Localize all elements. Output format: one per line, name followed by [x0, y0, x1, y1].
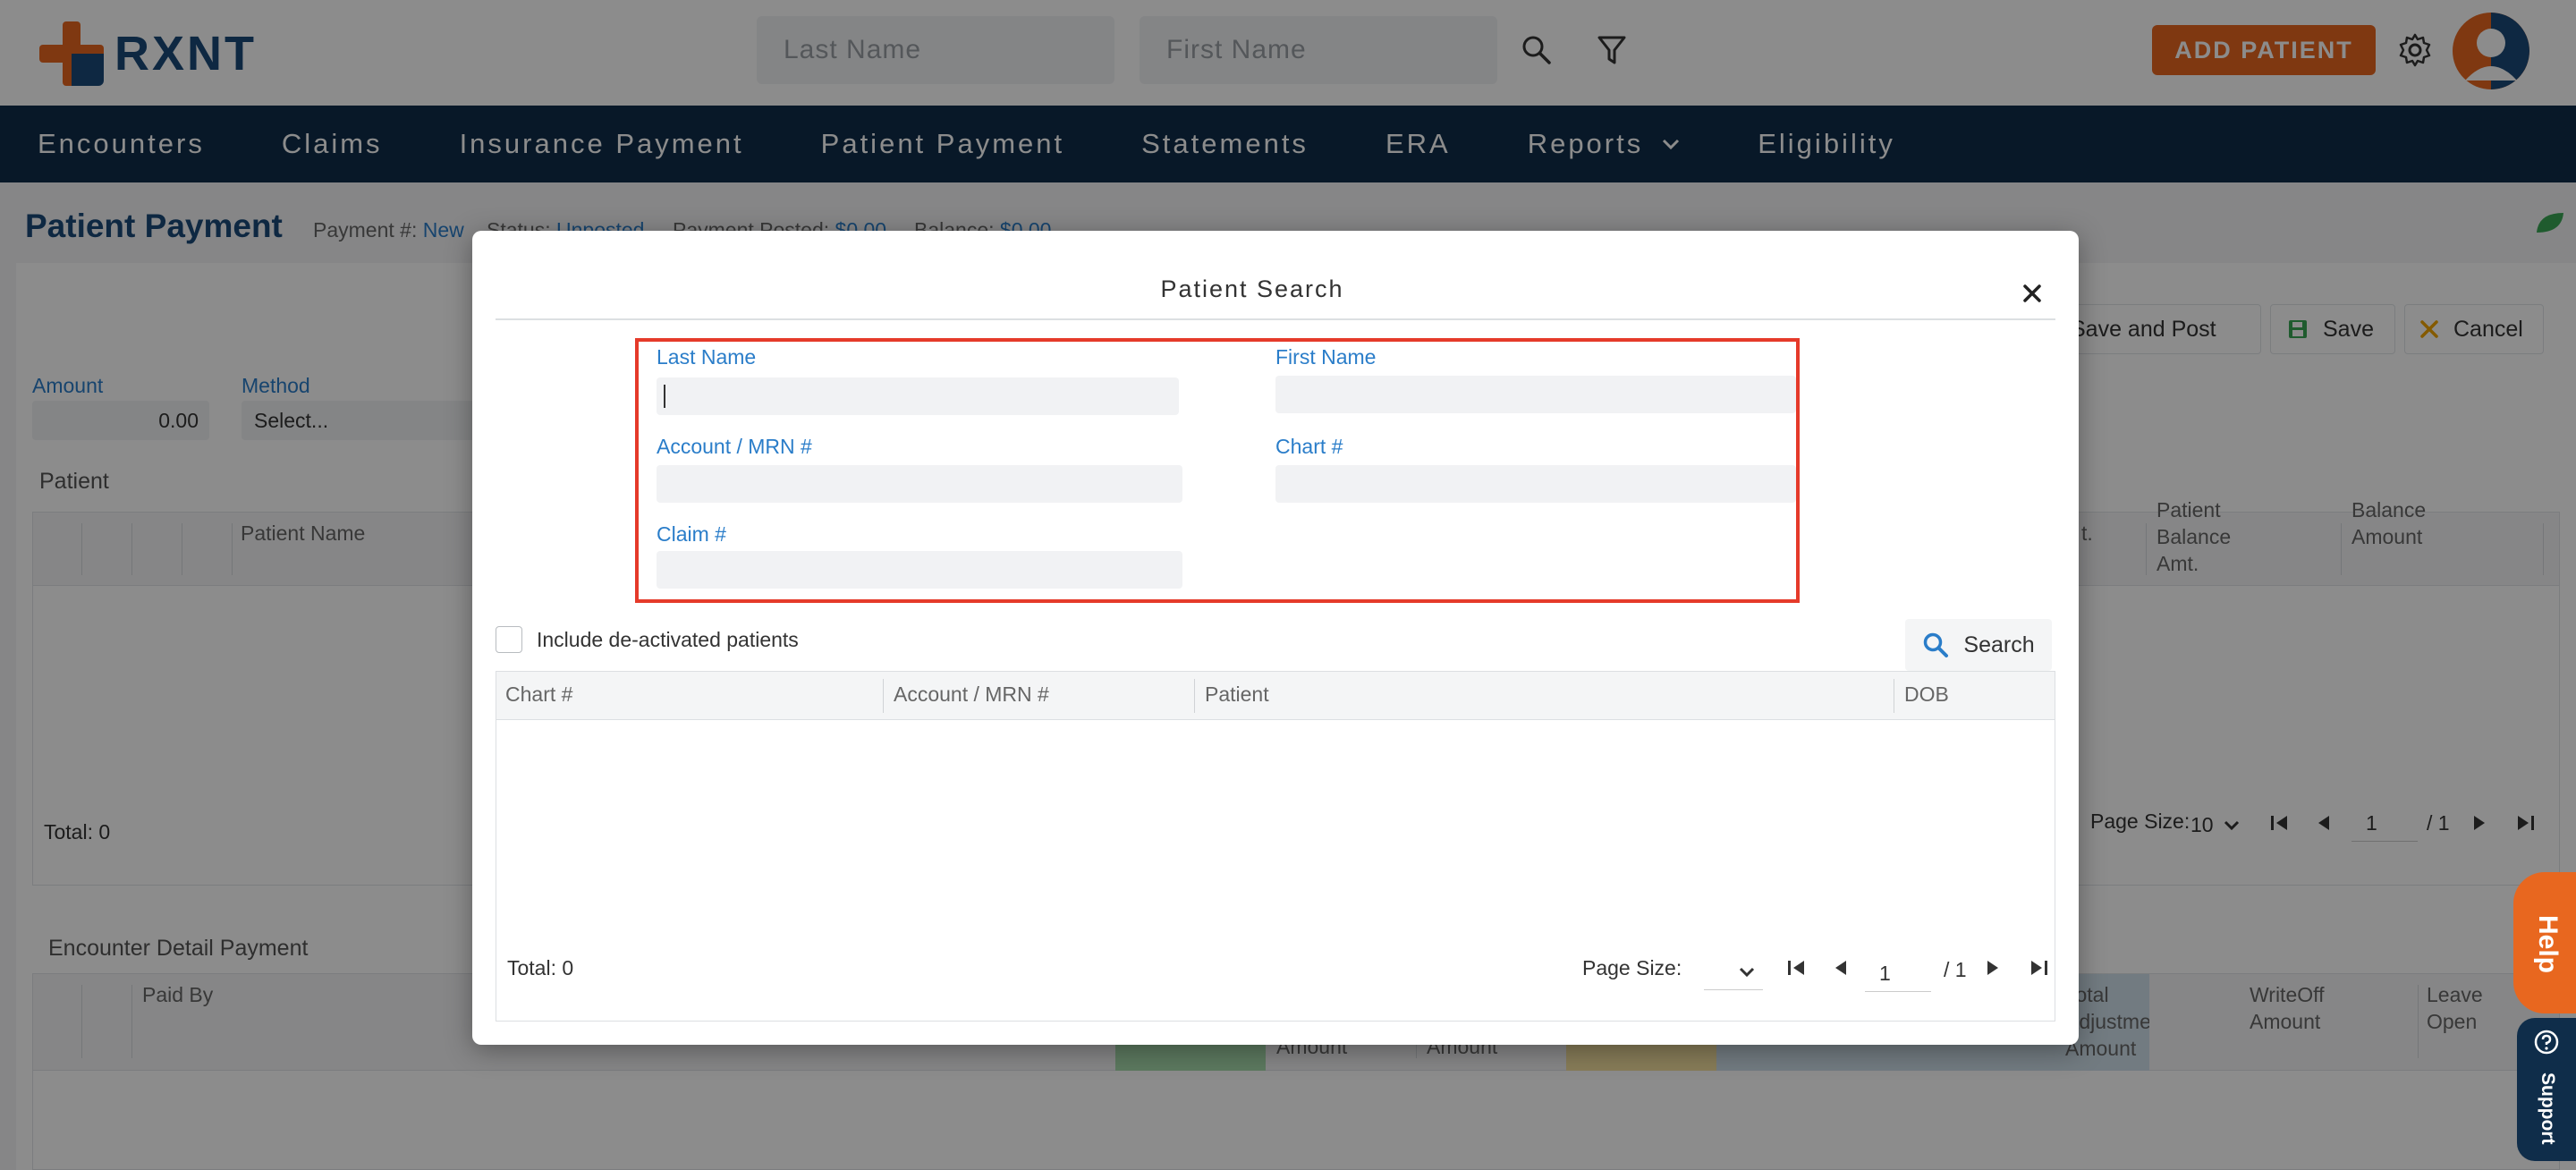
chart-field[interactable] — [1275, 465, 1796, 503]
account-mrn-field[interactable] — [657, 465, 1182, 503]
search-fields-highlight: Last Name First Name Account / MRN # Cha… — [635, 338, 1800, 603]
results-page-total: / 1 — [1944, 958, 1967, 981]
first-name-field[interactable] — [1275, 376, 1796, 413]
last-page-icon[interactable] — [2028, 956, 2051, 979]
claim-field[interactable] — [657, 551, 1182, 589]
col-patient[interactable]: Patient — [1205, 682, 1269, 707]
patient-results-grid: Chart # Account / MRN # Patient DOB Tota… — [496, 671, 2055, 1022]
patient-search-modal: Patient Search Last Name First Name Acco… — [472, 231, 2079, 1045]
support-label: Support — [2538, 1072, 2558, 1145]
claim-label: Claim # — [657, 522, 726, 546]
include-deactivated-row[interactable]: Include de-activated patients — [496, 626, 799, 653]
include-deactivated-checkbox[interactable] — [496, 626, 522, 653]
prev-page-icon[interactable] — [1829, 956, 1852, 979]
modal-title: Patient Search — [1160, 276, 1344, 302]
col-dob[interactable]: DOB — [1904, 682, 1949, 707]
search-icon — [1924, 632, 1949, 657]
help-tab[interactable]: Help — [2513, 872, 2576, 1013]
support-question-icon — [2534, 1030, 2559, 1055]
modal-divider — [496, 318, 2055, 320]
help-label: Help — [2533, 915, 2563, 974]
close-icon[interactable] — [2014, 276, 2050, 311]
col-chart[interactable]: Chart # — [505, 682, 572, 707]
results-page-input[interactable]: 1 — [1865, 956, 1931, 992]
results-grid-header: Chart # Account / MRN # Patient DOB — [496, 672, 2055, 720]
text-caret — [664, 385, 665, 408]
last-name-label: Last Name — [657, 345, 757, 369]
results-page-size-label: Page Size: — [1582, 956, 1682, 979]
include-deactivated-label: Include de-activated patients — [537, 627, 799, 651]
support-tab[interactable]: Support — [2517, 1018, 2576, 1161]
col-account-mrn[interactable]: Account / MRN # — [894, 682, 1049, 707]
next-page-icon[interactable] — [1981, 956, 2004, 979]
first-name-label: First Name — [1275, 345, 1377, 369]
first-page-icon[interactable] — [1784, 956, 1808, 979]
chart-label: Chart # — [1275, 435, 1343, 458]
account-mrn-label: Account / MRN # — [657, 435, 812, 458]
search-label: Search — [1963, 632, 2035, 657]
last-name-field[interactable] — [657, 377, 1179, 415]
chevron-down-icon — [1739, 967, 1755, 977]
results-total: Total: 0 — [507, 956, 574, 979]
results-page-size-select[interactable] — [1704, 954, 1763, 990]
search-button[interactable]: Search — [1905, 619, 2052, 671]
